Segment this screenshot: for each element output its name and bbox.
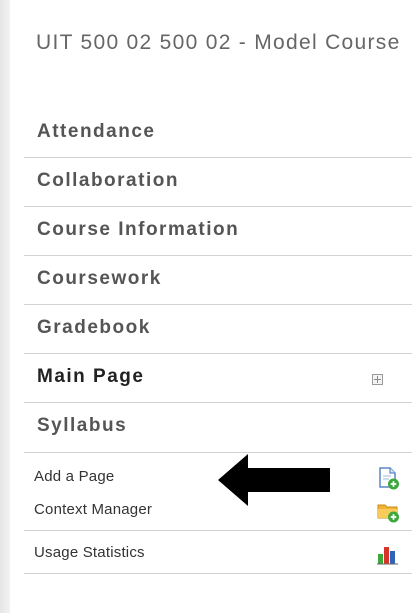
menu-item-coursework[interactable]: Coursework [24, 256, 412, 305]
tool-label[interactable]: Usage Statistics [34, 544, 145, 561]
tool-usage-statistics[interactable]: Usage Statistics [24, 538, 412, 570]
divider [24, 573, 412, 574]
menu-item-label[interactable]: Collaboration [37, 170, 179, 192]
menu-item-course-information[interactable]: Course Information [24, 207, 412, 256]
tool-label[interactable]: Add a Page [34, 468, 114, 485]
divider [24, 452, 412, 453]
menu-item-attendance[interactable]: Attendance [24, 109, 412, 158]
menu-item-label[interactable]: Coursework [37, 268, 162, 290]
folder-add-icon[interactable] [376, 499, 400, 523]
tool-label[interactable]: Context Manager [34, 501, 152, 518]
course-title[interactable]: UIT 500 02 500 02 - Model Course [36, 26, 406, 59]
menu-item-label[interactable]: Attendance [37, 121, 155, 143]
menu-item-main-page[interactable]: Main Page [24, 354, 412, 403]
menu-item-gradebook[interactable]: Gradebook [24, 305, 412, 354]
pointer-arrow-left-icon [218, 454, 330, 506]
menu-item-label[interactable]: Main Page [37, 366, 144, 388]
menu-item-label[interactable]: Syllabus [37, 415, 127, 437]
menu-item-label[interactable]: Gradebook [37, 317, 151, 339]
course-menu-panel: UIT 500 02 500 02 - Model Course Attenda… [24, 0, 412, 613]
left-scroll-edge [0, 0, 10, 613]
menu-item-syllabus[interactable]: Syllabus [24, 403, 412, 452]
divider [24, 530, 412, 531]
add-page-icon[interactable] [376, 466, 400, 490]
expand-plus-icon[interactable] [372, 374, 383, 385]
menu-item-label[interactable]: Course Information [37, 219, 239, 241]
menu-item-collaboration[interactable]: Collaboration [24, 158, 412, 207]
bar-chart-icon[interactable] [376, 542, 400, 566]
